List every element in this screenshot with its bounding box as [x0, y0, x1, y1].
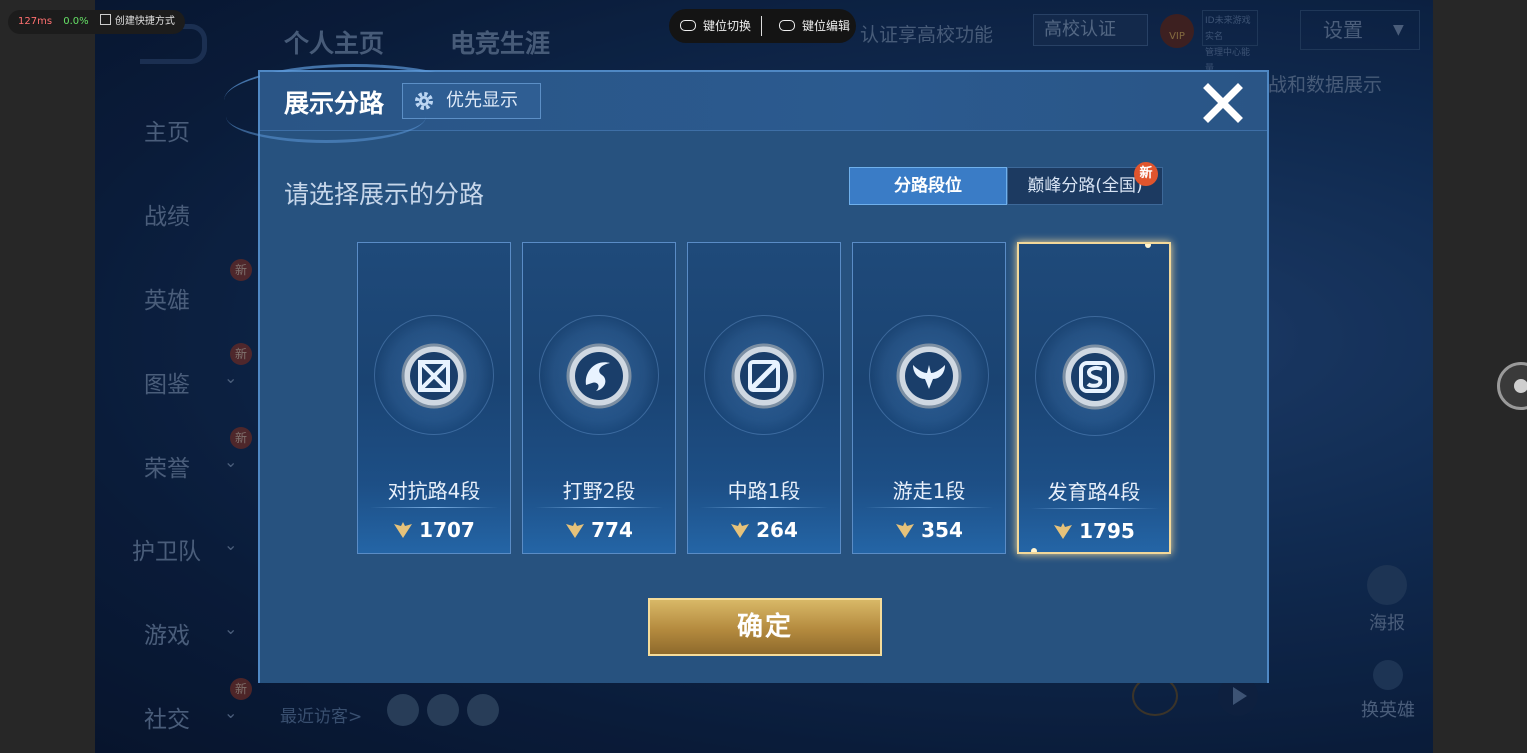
close-icon[interactable]	[1200, 80, 1246, 126]
lane-display-dialog: 展示分路 优先显示 请选择展示的分路 分路段位 巅峰分路(全国) 新 对抗路4段…	[224, 64, 1269, 683]
new-badge: 新	[1134, 162, 1158, 186]
dialog-header: 展示分路 优先显示	[260, 72, 1267, 131]
keymap-toolbar: 键位切换 键位编辑	[669, 9, 856, 43]
selection-spark	[1145, 244, 1151, 248]
create-shortcut-label: 创建快捷方式	[114, 16, 175, 27]
dialog-title: 展示分路	[284, 89, 385, 118]
lane-score-value: 264	[756, 518, 798, 542]
jungle-icon	[566, 343, 632, 409]
lane-name: 中路1段	[727, 479, 801, 503]
shortcut-icon	[99, 14, 111, 25]
clash-lane-icon	[401, 343, 467, 409]
divider	[865, 507, 993, 508]
lane-card-farm[interactable]: 发育路4段 1795	[1017, 242, 1171, 554]
rank-star-icon	[731, 522, 750, 538]
lane-score: 1795	[1019, 519, 1169, 543]
lane-score-value: 1707	[419, 518, 475, 542]
lane-card-clash[interactable]: 对抗路4段 1707	[357, 242, 511, 554]
divider	[535, 507, 663, 508]
perf-overlay: 127ms 0.0% 创建快捷方式	[8, 10, 185, 34]
confirm-label: 确定	[736, 612, 793, 642]
mid-lane-icon	[731, 343, 797, 409]
tab-lane-rank-label: 分路段位	[894, 176, 962, 196]
lane-score-value: 774	[591, 518, 633, 542]
lane-score: 264	[688, 518, 840, 542]
farm-lane-icon	[1062, 344, 1128, 410]
rank-star-icon	[1054, 523, 1073, 539]
lane-card-jungle[interactable]: 打野2段 774	[522, 242, 676, 554]
priority-display-label: 优先显示	[446, 90, 518, 111]
key-switch-label: 键位切换	[703, 19, 752, 33]
lane-name: 对抗路4段	[387, 479, 481, 503]
divider	[700, 507, 828, 508]
tab-peak-lane[interactable]: 巅峰分路(全国) 新	[1007, 162, 1163, 205]
lane-score-value: 1795	[1079, 519, 1135, 543]
lane-name: 打野2段	[562, 479, 636, 503]
create-shortcut-button[interactable]: 创建快捷方式	[99, 14, 175, 27]
rank-star-icon	[566, 522, 585, 538]
gamepad-icon	[779, 20, 795, 31]
dialog-body: 请选择展示的分路 分路段位 巅峰分路(全国)新 对抗路4段 1707 打野2段	[260, 131, 1267, 683]
lane-name: 游走1段	[892, 479, 966, 503]
lane-score-value: 354	[921, 518, 963, 542]
divider	[1031, 508, 1159, 509]
key-switch-button[interactable]: 键位切换	[680, 9, 751, 43]
divider	[370, 507, 498, 508]
key-edit-label: 键位编辑	[802, 19, 851, 33]
rank-star-icon	[394, 522, 413, 538]
selection-spark	[1031, 548, 1037, 552]
lane-card-roam[interactable]: 游走1段 354	[852, 242, 1006, 554]
rank-star-icon	[896, 522, 915, 538]
toolbar-divider	[761, 16, 762, 36]
confirm-button[interactable]: 确定	[648, 598, 882, 656]
priority-display-button[interactable]: 优先显示	[402, 83, 541, 119]
gamepad-icon	[680, 20, 696, 31]
lane-score: 774	[523, 518, 675, 542]
roam-icon	[896, 343, 962, 409]
latency-readout: 127ms	[18, 16, 53, 27]
lane-score: 354	[853, 518, 1005, 542]
gear-icon	[415, 92, 433, 110]
dialog-subtitle: 请选择展示的分路	[284, 180, 485, 209]
lane-name: 发育路4段	[1047, 480, 1141, 504]
lane-score: 1707	[358, 518, 510, 542]
lane-card-mid[interactable]: 中路1段 264	[687, 242, 841, 554]
key-edit-button[interactable]: 键位编辑	[779, 9, 850, 43]
tab-peak-lane-label: 巅峰分路(全国)	[1027, 176, 1143, 196]
tab-lane-rank[interactable]: 分路段位	[849, 167, 1007, 205]
cpu-readout: 0.0%	[63, 16, 89, 27]
